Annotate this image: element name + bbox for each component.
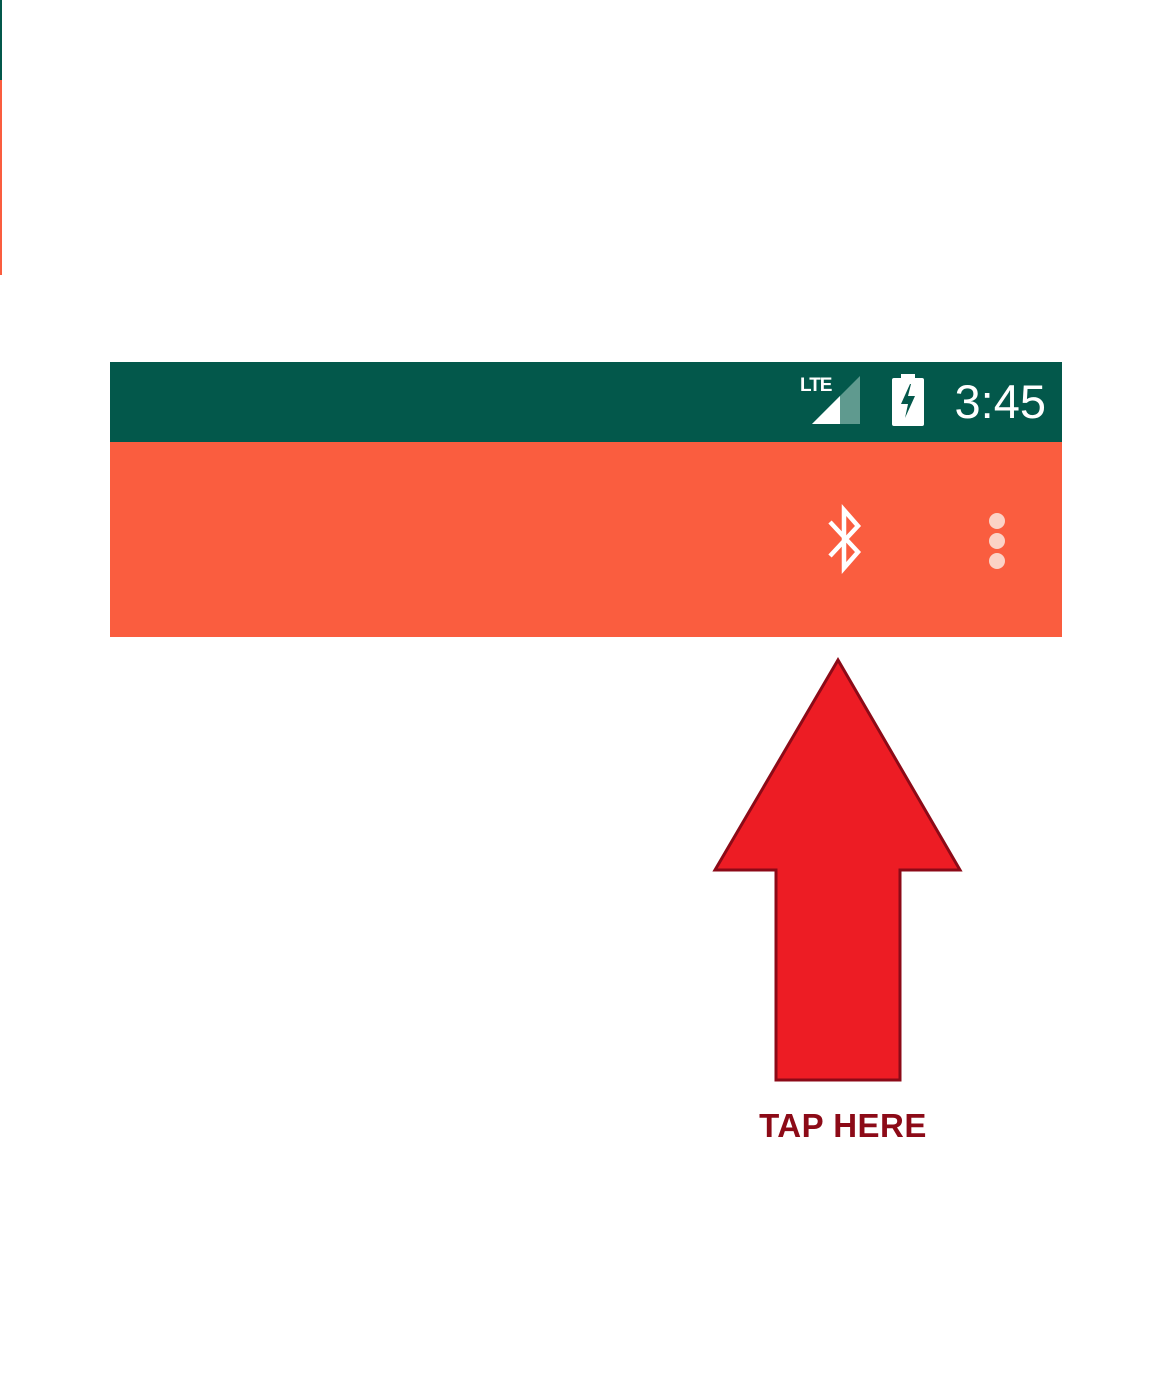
battery-charging-icon [892,374,924,426]
edge-strip [0,0,2,275]
toolbar [110,442,1062,637]
network-type-label: LTE [800,375,833,396]
bluetooth-icon [828,504,862,574]
bluetooth-button[interactable] [810,494,882,584]
edge-strip-status-color [0,0,2,80]
up-arrow-icon [712,657,963,1082]
edge-strip-toolbar-color [0,80,2,275]
status-time: 3:45 [954,375,1046,428]
status-bar: LTE 3:45 [110,362,1062,442]
tap-here-label: TAP HERE [759,1107,927,1144]
app-header: LTE 3:45 [110,362,1062,637]
more-options-button[interactable] [972,504,1020,578]
